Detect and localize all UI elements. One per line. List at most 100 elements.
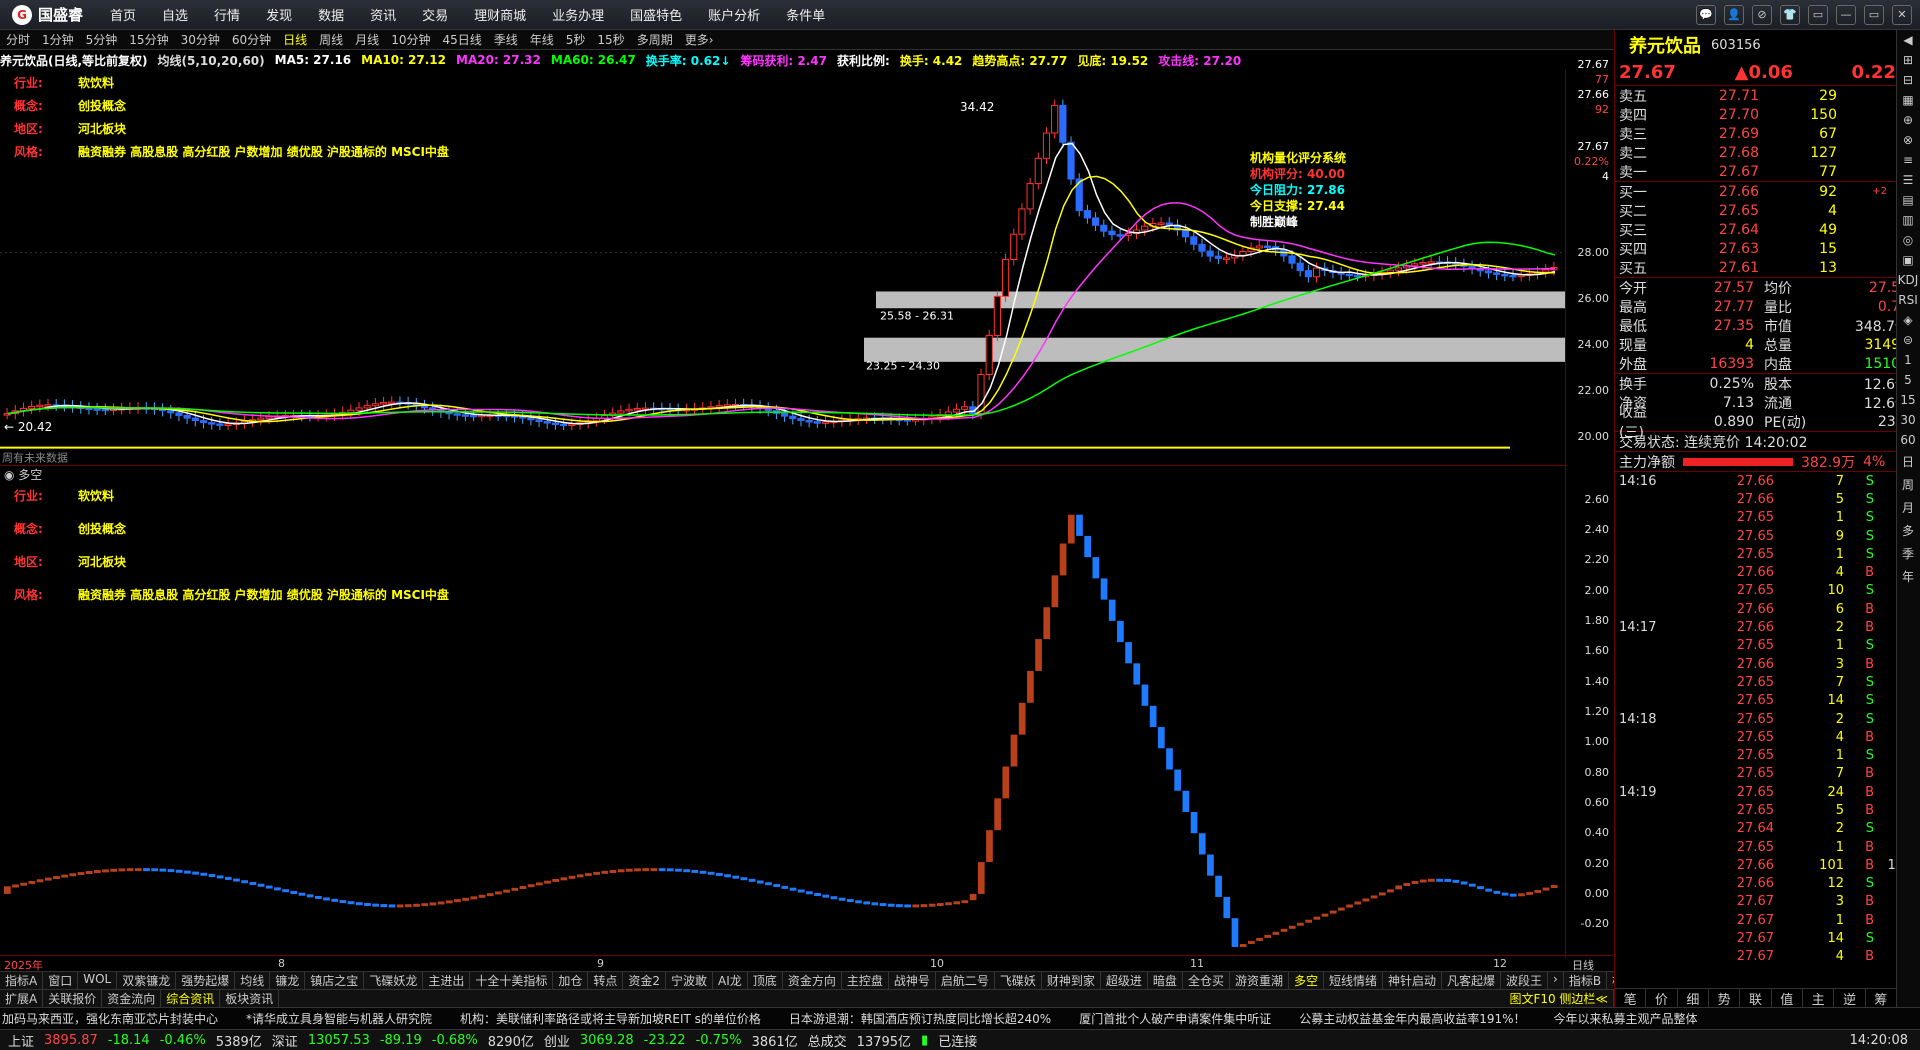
side-tool-icon-9[interactable]: ▥ (1897, 210, 1919, 230)
side-tool-icon-20[interactable]: 60 (1897, 430, 1919, 450)
window-button-icon-3[interactable]: 👕 (1780, 4, 1800, 25)
window-button-icon-4[interactable]: ▭ (1808, 4, 1828, 25)
menu-item-6[interactable]: 交易 (409, 5, 461, 24)
indicator-tab-9[interactable]: 主进出 (423, 972, 471, 989)
period-0[interactable]: 分时 (0, 31, 36, 48)
menu-item-7[interactable]: 理财商城 (461, 5, 539, 24)
period-15[interactable]: 多周期 (631, 31, 679, 48)
info-tab-4[interactable]: 板块资讯 (220, 990, 280, 1007)
indicator-tab-16[interactable]: 顶底 (748, 972, 783, 989)
side-tool-icon-18[interactable]: 15 (1897, 390, 1919, 410)
indicator-tab-29[interactable]: 神针启动 (1383, 972, 1443, 989)
indicator-tab-2[interactable]: WOL (78, 972, 118, 989)
side-tool-icon-5[interactable]: ⊗ (1897, 130, 1919, 150)
menu-item-4[interactable]: 数据 (305, 5, 357, 24)
indicator-tab-23[interactable]: 超级进 (1101, 972, 1148, 989)
window-button-icon-7[interactable]: ✕ (1892, 4, 1912, 25)
indicator-tab-10[interactable]: 十全十美指标 (470, 972, 554, 989)
side-tool-icon-16[interactable]: 1 (1897, 350, 1919, 370)
period-7[interactable]: 周线 (313, 31, 349, 48)
side-tool-icon-3[interactable]: ▦ (1897, 90, 1919, 110)
indicator-tab-27[interactable]: 多空 (1289, 972, 1324, 989)
period-6[interactable]: 日线 (277, 31, 313, 48)
side-tool-icon-13[interactable]: RSI (1897, 290, 1919, 310)
news-item-4[interactable]: 厦门首批个人破产申请案件集中听证 (1079, 1010, 1271, 1027)
period-3[interactable]: 15分钟 (123, 31, 174, 48)
period-10[interactable]: 45日线 (436, 31, 487, 48)
func-button-3[interactable]: 势 (1709, 989, 1741, 1008)
side-tool-icon-8[interactable]: ▤ (1897, 190, 1919, 210)
indicator-tab-0[interactable]: 指标A (0, 972, 44, 989)
info-tab-1[interactable]: 关联报价 (43, 990, 103, 1007)
side-tool-icon-10[interactable]: ◎ (1897, 230, 1919, 250)
menu-item-1[interactable]: 自选 (149, 5, 201, 24)
func-button-7[interactable]: 逆 (1834, 989, 1866, 1008)
menu-item-2[interactable]: 行情 (201, 5, 253, 24)
indicator-tab-18[interactable]: 主控盘 (842, 972, 889, 989)
news-item-6[interactable]: 今年以来私募主观产品整体 (1554, 1010, 1698, 1027)
side-tool-icon-19[interactable]: 30 (1897, 410, 1919, 430)
indicator-tab-7[interactable]: 镇店之宝 (305, 972, 365, 989)
info-tab-2[interactable]: 资金流向 (102, 990, 162, 1007)
window-button-icon-5[interactable]: — (1836, 4, 1856, 25)
news-item-3[interactable]: 日本游退潮：韩国酒店预订热度同比增长超240% (789, 1010, 1051, 1027)
func-button-1[interactable]: 价 (1646, 989, 1678, 1008)
side-tool-icon-15[interactable]: ⊜ (1897, 330, 1919, 350)
period-5[interactable]: 60分钟 (226, 31, 277, 48)
menu-item-8[interactable]: 业务办理 (539, 5, 617, 24)
menu-item-11[interactable]: 条件单 (773, 5, 838, 24)
period-16[interactable]: 更多› (679, 31, 720, 48)
side-tool-icon-23[interactable]: 月 (1897, 496, 1919, 519)
period-14[interactable]: 15秒 (591, 31, 630, 48)
bid-row[interactable]: 买二 27.65 4 (1615, 201, 1920, 220)
side-tool-icon-14[interactable]: ◈ (1897, 310, 1919, 330)
indicator-tab-34[interactable]: 模板 (1607, 972, 1614, 989)
sz-label[interactable]: 深证 (272, 1031, 298, 1050)
indicator-tab-4[interactable]: 强势起爆 (176, 972, 236, 989)
indicator-tab-32[interactable]: › (1548, 972, 1564, 989)
side-tool-icon-4[interactable]: ⊕ (1897, 110, 1919, 130)
sh-label[interactable]: 上证 (8, 1031, 34, 1050)
bid-row[interactable]: 买一 27.66 92 +2 (1615, 182, 1920, 201)
indicator-tab-1[interactable]: 窗口 (43, 972, 79, 989)
indicator-tab-12[interactable]: 转点 (588, 972, 624, 989)
indicator-tab-30[interactable]: 凡客起爆 (1442, 972, 1502, 989)
func-button-8[interactable]: 筹 (1866, 989, 1897, 1008)
indicator-tab-28[interactable]: 短线情绪 (1324, 972, 1383, 989)
period-8[interactable]: 月线 (349, 31, 385, 48)
indicator-tab-20[interactable]: 启航二号 (936, 972, 995, 989)
indicator-tab-3[interactable]: 双紫镰龙 (117, 972, 177, 989)
side-tool-icon-2[interactable]: ⊟ (1897, 70, 1919, 90)
func-button-4[interactable]: 联 (1740, 989, 1772, 1008)
menu-item-10[interactable]: 账户分析 (695, 5, 773, 24)
bid-row[interactable]: 买五 27.61 13 (1615, 258, 1920, 277)
cy-label[interactable]: 创业 (544, 1031, 570, 1050)
side-tool-icon-21[interactable]: 日 (1897, 450, 1919, 473)
indicator-tab-21[interactable]: 飞碟妖 (995, 972, 1042, 989)
menu-item-3[interactable]: 发现 (253, 5, 305, 24)
func-button-6[interactable]: 主 (1803, 989, 1835, 1008)
period-2[interactable]: 5分钟 (80, 31, 124, 48)
indicator-tab-15[interactable]: AI龙 (713, 972, 748, 989)
info-tab-3[interactable]: 综合资讯 (161, 990, 221, 1007)
period-13[interactable]: 5秒 (560, 31, 592, 48)
period-9[interactable]: 10分钟 (385, 31, 436, 48)
side-tool-icon-0[interactable]: ◀ (1897, 30, 1919, 50)
indicator-tab-11[interactable]: 加仓 (553, 972, 589, 989)
period-1[interactable]: 1分钟 (36, 31, 80, 48)
indicator-tab-19[interactable]: 战神号 (889, 972, 936, 989)
indicator-tab-17[interactable]: 资金方向 (783, 972, 842, 989)
bid-row[interactable]: 买三 27.64 49 (1615, 220, 1920, 239)
func-button-2[interactable]: 细 (1678, 989, 1709, 1008)
menu-item-9[interactable]: 国盛特色 (617, 5, 695, 24)
ask-row[interactable]: 卖四 27.70 150 (1615, 105, 1920, 124)
news-item-0[interactable]: 加码马来西亚，强化东南亚芯片封装中心 (2, 1010, 218, 1027)
side-tool-icon-11[interactable]: ▣ (1897, 250, 1919, 270)
info-tab-0[interactable]: 扩展A (0, 990, 44, 1007)
indicator-tab-25[interactable]: 全仓买 (1183, 972, 1230, 989)
func-button-5[interactable]: 值 (1772, 989, 1803, 1008)
ask-row[interactable]: 卖一 27.67 77 (1615, 162, 1920, 181)
side-tool-icon-7[interactable]: ☰ (1897, 170, 1919, 190)
period-4[interactable]: 30分钟 (175, 31, 226, 48)
bid-row[interactable]: 买四 27.63 15 (1615, 239, 1920, 258)
